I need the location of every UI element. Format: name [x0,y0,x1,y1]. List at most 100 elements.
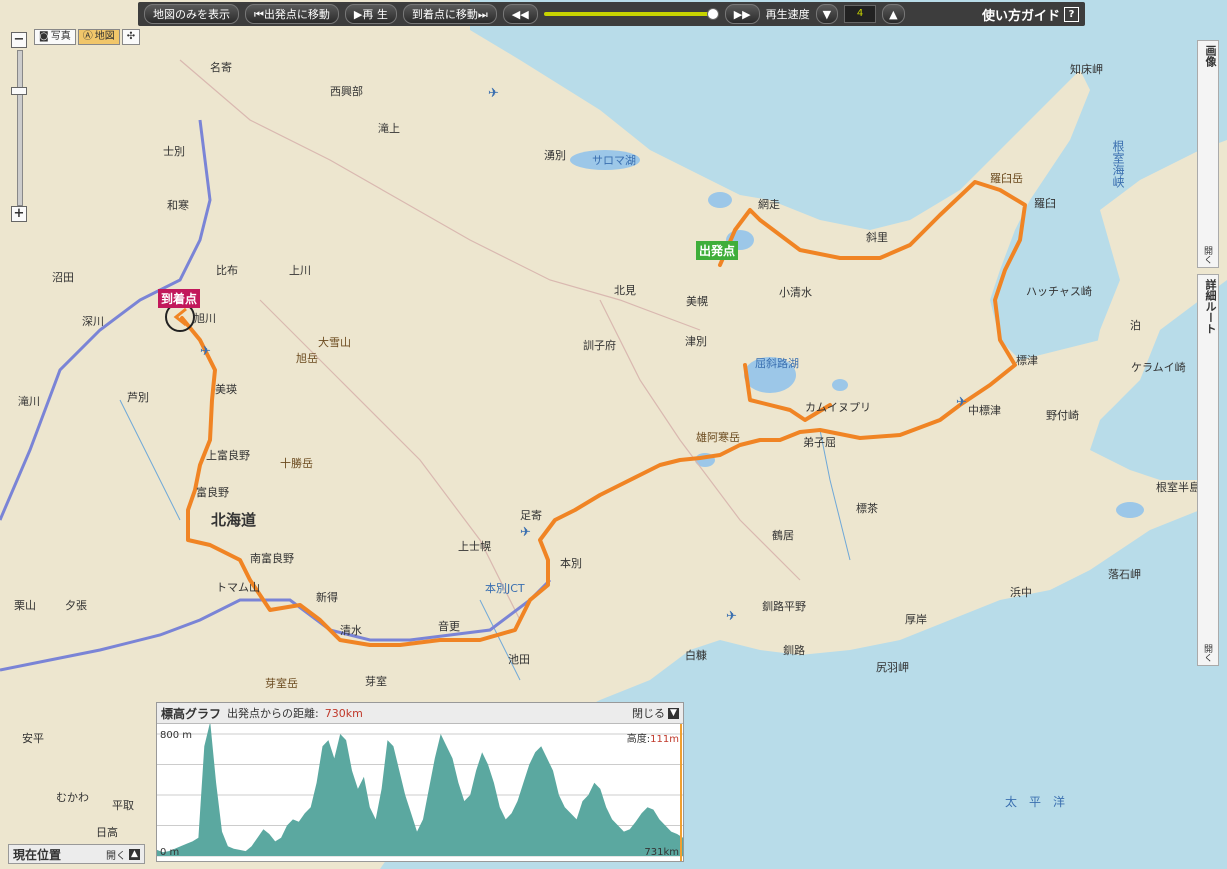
tab-compass[interactable]: ✣ [121,29,141,45]
map-icon: Ⓐ [82,31,93,42]
place-yasuhira: 安平 [22,732,44,745]
route-detail-panel[interactable]: 詳細ルート 開く [1197,274,1219,666]
speed-down-button[interactable]: ▼ [815,4,839,24]
elevation-top-label: 800 m [160,730,193,741]
place-honbetsu-jct: 本別JCT [485,582,525,595]
close-icon: ▼ [668,707,679,719]
route-detail-open[interactable]: 開く [1201,644,1214,662]
tab-map[interactable]: Ⓐ 地図 [77,29,120,45]
playback-toolbar: 地図のみを表示 ⏮出発点に移動 ▶再 生 到着点に移動⏭ ◀◀ ▶▶ 再生速度 … [138,2,1085,26]
place-shari: 斜里 [866,231,888,244]
place-keramui-cape: ケラムイ崎 [1131,361,1186,374]
current-height: 高度:111m [627,730,679,745]
map-only-button[interactable]: 地図のみを表示 [144,4,239,24]
place-hacchase-cape: ハッチャス崎 [1026,285,1092,298]
elevation-chart[interactable] [157,724,683,861]
place-furano: 富良野 [196,486,229,499]
help-icon: ? [1064,6,1079,22]
elevation-close-button[interactable]: 閉じる ▼ [632,705,679,721]
rewind-button[interactable]: ◀◀ [502,4,538,24]
place-honbetsu: 本別 [560,557,582,570]
image-panel[interactable]: 画像 開く [1197,40,1219,268]
goal-marker[interactable]: 到着点 [158,289,201,308]
place-ashoro: 足寄 [520,509,542,522]
place-shiretoko-cape: 知床岬 [1070,63,1103,76]
place-pacific: 太 平 洋 [1005,795,1066,809]
place-nishiokoppe: 西興部 [330,85,363,98]
chevron-up-icon: ▲ [129,848,140,860]
place-kamishihoro: 上士幌 [458,540,491,553]
lake-mashu [832,379,848,391]
playback-slider-knob[interactable] [706,8,719,20]
place-hokkaido: 北海道 [211,511,257,529]
start-marker[interactable]: 出発点 [696,241,739,260]
place-koshimizu: 小清水 [779,286,812,299]
place-kamikawa: 上川 [289,264,311,277]
close-label: 閉じる [632,707,665,720]
play-button[interactable]: ▶再 生 [344,4,397,24]
place-asahikawa: 旭川 [194,312,216,325]
place-teshikaga: 弟子屈 [803,436,836,449]
zoom-in-button[interactable]: + [11,206,27,222]
place-rausu: 羅臼 [1034,197,1056,210]
usage-guide-link[interactable]: 使い方ガイド ? [982,5,1079,24]
place-shintoku: 新得 [316,591,338,604]
place-nemuro-peninsula: 根室半島 [1156,481,1200,494]
image-panel-open[interactable]: 開く [1201,246,1214,264]
place-taisetsuzan: 大雪山 [318,336,351,349]
place-kussharo-ko: 屈斜路湖 [755,357,799,370]
lake-notoro [708,192,732,208]
to-start-button[interactable]: ⏮出発点に移動 [245,4,339,24]
place-ashibetsu: 芦別 [127,391,149,404]
zoom-rail[interactable] [17,50,23,206]
zoom-knob[interactable] [11,87,27,95]
forward-button[interactable]: ▶▶ [724,4,760,24]
place-bihoro: 美幌 [686,295,708,308]
place-nayoro: 名寄 [210,61,232,74]
airport-icon: ✈ [726,609,737,624]
place-takikawa: 滝川 [18,395,40,408]
triangle-down-icon: ▼ [822,7,832,21]
route-detail-title: 詳細ルート [1204,279,1217,334]
zoom-control: − + [11,32,27,222]
place-abashiri: 網走 [758,198,780,211]
place-rausudake: 羅臼岳 [990,172,1023,185]
place-akkeshi: 厚岸 [905,613,927,626]
place-nemuro-strait: 根室海峡 [1111,140,1125,188]
distance-value: 730km [324,706,363,720]
place-pippu: 比布 [216,264,238,277]
speed-up-button[interactable]: ▲ [882,4,905,24]
place-tomamu-yama: トマム山 [216,581,260,594]
height-value: 111m [650,734,679,745]
place-kitami: 北見 [614,284,636,297]
place-biei: 美瑛 [215,383,237,396]
airport-icon: ✈ [520,525,531,540]
distance-label: 出発点からの距離: [227,707,319,720]
place-tomari: 泊 [1130,319,1141,332]
place-ikeda: 池田 [508,653,530,666]
place-shibetsu: 標津 [1016,354,1038,367]
place-takinoue: 滝上 [378,122,400,135]
place-numata: 沼田 [52,271,74,284]
usage-guide-label: 使い方ガイド [981,8,1060,24]
place-kamifurano: 上富良野 [206,449,250,462]
map-type-tabs: ◙ 写真 Ⓐ 地図 ✣ [34,29,141,45]
place-fukagawa: 深川 [82,315,104,328]
current-position-open-button[interactable]: 開く ▲ [106,847,140,862]
place-tokachidake: 十勝岳 [280,457,313,470]
zoom-out-button[interactable]: − [11,32,27,48]
place-shibecha: 標茶 [856,502,878,515]
to-goal-button[interactable]: 到着点に移動⏭ [402,4,497,24]
elevation-title: 標高グラフ [161,706,222,721]
compass-icon: ✣ [126,31,136,42]
triangle-up-icon: ▲ [889,7,898,21]
camera-icon: ◙ [39,31,49,42]
elevation-header: 標高グラフ 出発点からの距離: 730km 閉じる ▼ [157,703,683,724]
place-kamuinupuri: カムイヌプリ [805,401,871,414]
speed-value: 4 [844,5,877,23]
place-saroma: サロマ湖 [592,154,636,167]
place-kunneppu: 訓子府 [583,339,616,352]
place-wassamu: 和寒 [167,199,189,212]
tab-photo[interactable]: ◙ 写真 [34,29,76,45]
playback-slider[interactable] [543,8,719,20]
